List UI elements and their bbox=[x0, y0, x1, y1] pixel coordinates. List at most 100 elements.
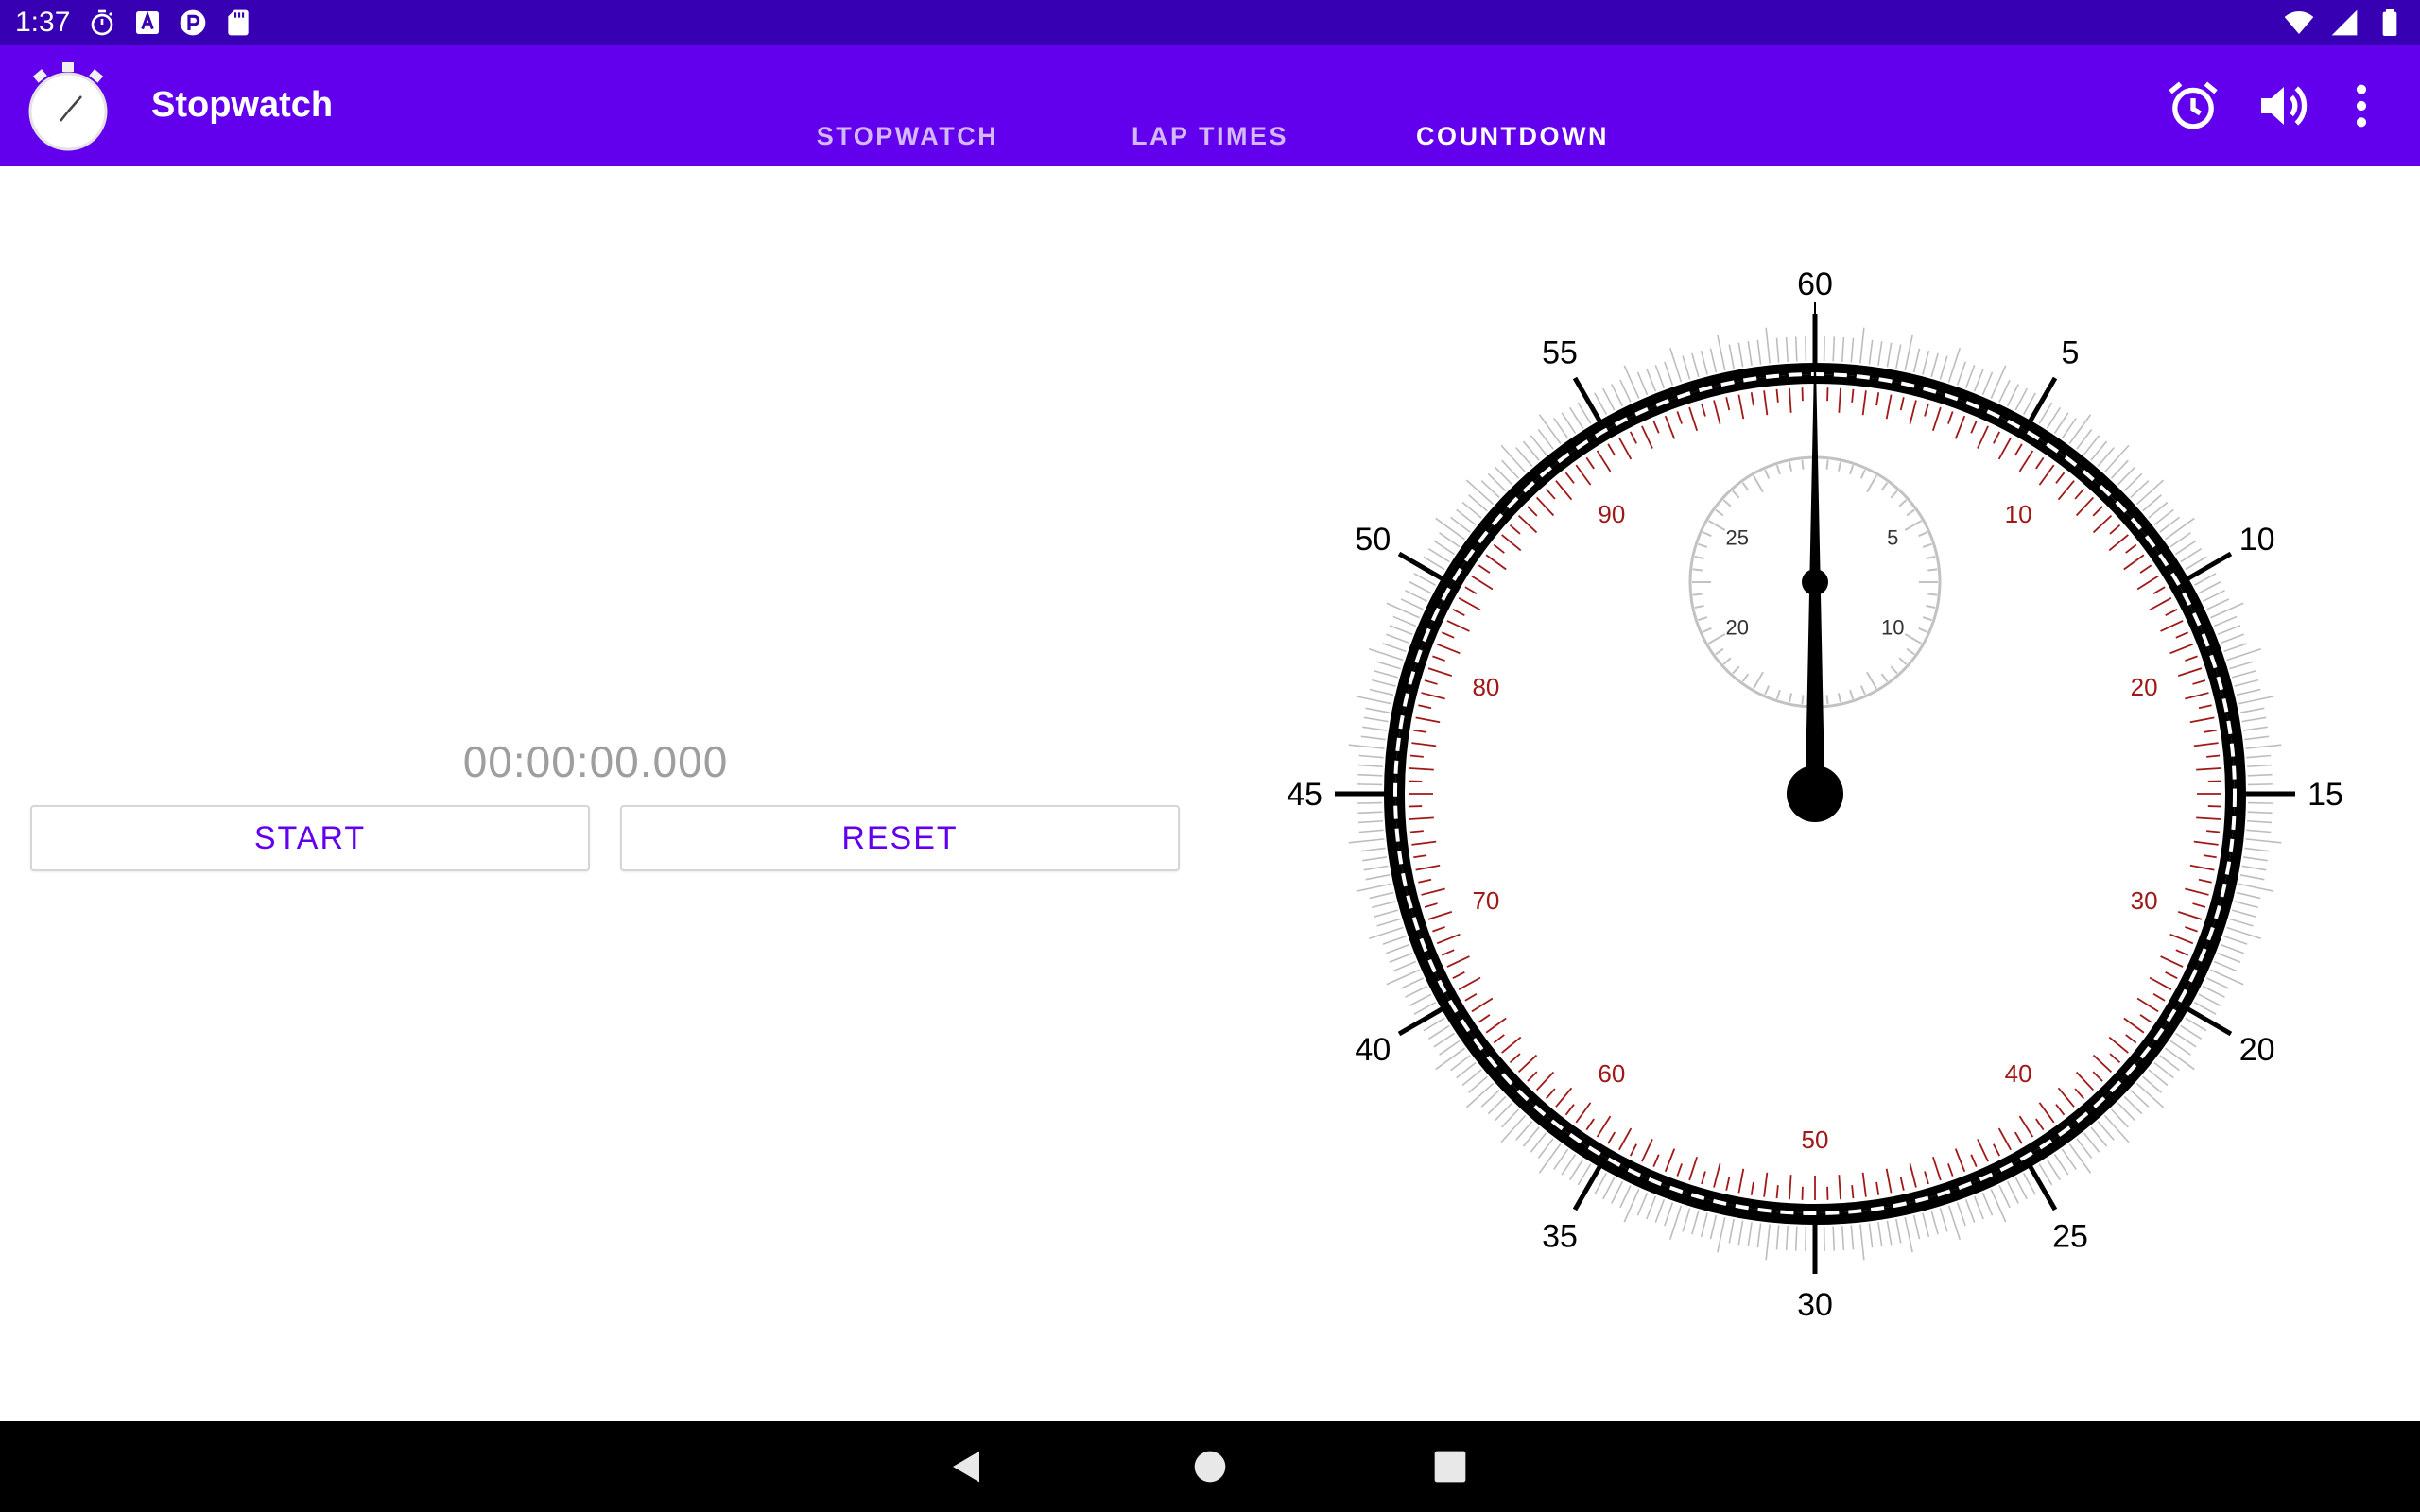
sub-tick bbox=[1927, 593, 1938, 596]
app-bar: Stopwatch STOPWATCH LAP TIMES COUNTDOWN bbox=[0, 45, 2420, 166]
minor-tick bbox=[1538, 1143, 1562, 1174]
red-tick bbox=[1838, 1175, 1841, 1200]
sub-tick bbox=[1825, 695, 1829, 705]
red-tick bbox=[1725, 1177, 1731, 1191]
red-tick bbox=[1411, 742, 1437, 747]
minor-tick bbox=[2247, 819, 2273, 824]
tab-stopwatch[interactable]: STOPWATCH bbox=[756, 119, 1059, 166]
red-tick bbox=[1527, 506, 1538, 517]
outer-label: 5 bbox=[2062, 335, 2080, 370]
red-tick bbox=[2074, 1088, 2085, 1100]
red-tick bbox=[1607, 1131, 1616, 1144]
red-tick bbox=[1909, 400, 1917, 424]
red-tick bbox=[1997, 437, 2012, 460]
red-tick bbox=[1517, 1054, 1538, 1074]
red-tick bbox=[1618, 437, 1633, 460]
back-icon[interactable] bbox=[940, 1440, 993, 1493]
red-tick bbox=[1424, 902, 1438, 908]
minor-tick bbox=[2226, 647, 2261, 662]
minor-tick bbox=[1775, 1225, 1780, 1250]
red-tick bbox=[1421, 887, 1445, 896]
minor-tick bbox=[1372, 679, 1396, 687]
sub-tick bbox=[1722, 657, 1732, 665]
minor-tick bbox=[2246, 754, 2272, 759]
red-tick bbox=[1427, 910, 1453, 920]
minor-tick bbox=[1392, 615, 1417, 627]
sub-tick bbox=[1698, 542, 1708, 548]
minor-tick bbox=[2242, 856, 2268, 862]
red-tick bbox=[2035, 1118, 2045, 1131]
red-tick bbox=[2125, 543, 2137, 554]
home-icon[interactable] bbox=[1184, 1440, 1236, 1493]
red-tick bbox=[1993, 431, 2001, 444]
red-tick bbox=[1509, 524, 1521, 535]
minor-tick bbox=[2231, 670, 2256, 679]
sub-tick bbox=[1866, 474, 1877, 493]
minor-tick bbox=[1468, 494, 1488, 512]
sub-tick bbox=[1837, 461, 1842, 472]
minor-tick bbox=[2076, 1138, 2093, 1160]
tab-lap-times[interactable]: LAP TIMES bbox=[1059, 119, 1361, 166]
stopwatch-logo-icon bbox=[28, 62, 108, 151]
reset-button[interactable]: RESET bbox=[620, 805, 1180, 871]
minor-tick bbox=[1794, 1226, 1798, 1251]
minor-tick bbox=[2153, 508, 2174, 526]
sub-tick bbox=[1904, 633, 1923, 644]
minor-tick bbox=[1912, 1214, 1921, 1240]
minor-tick bbox=[2241, 716, 2267, 723]
red-tick bbox=[1970, 421, 1978, 434]
minor-tick bbox=[1737, 342, 1744, 368]
minor-tick bbox=[1611, 1180, 1624, 1204]
red-tick bbox=[1485, 554, 1507, 571]
red-tick bbox=[1713, 1163, 1721, 1188]
red-tick bbox=[2125, 1034, 2137, 1044]
sub-tick bbox=[1753, 671, 1764, 690]
minor-tick bbox=[1374, 670, 1399, 679]
red-tick bbox=[1493, 543, 1505, 554]
minor-tick bbox=[2083, 1132, 2100, 1153]
red-label: 60 bbox=[1598, 1059, 1625, 1088]
red-tick bbox=[1413, 729, 1427, 733]
minor-tick bbox=[1868, 339, 1874, 365]
red-tick bbox=[1664, 415, 1676, 439]
minor-tick bbox=[2198, 993, 2221, 1006]
red-label: 80 bbox=[1472, 673, 1499, 701]
minor-tick bbox=[1369, 891, 1394, 900]
red-label: 40 bbox=[2005, 1059, 2032, 1088]
minor-tick bbox=[1427, 547, 1450, 563]
minor-tick bbox=[1389, 952, 1413, 963]
minor-tick bbox=[1794, 336, 1798, 362]
red-tick bbox=[1676, 1163, 1683, 1177]
minor-tick bbox=[2198, 581, 2221, 594]
sub-tick bbox=[1715, 647, 1724, 656]
minor-tick bbox=[2239, 707, 2265, 713]
red-tick bbox=[2185, 887, 2209, 896]
minor-tick bbox=[1756, 339, 1762, 365]
minor-tick bbox=[1981, 371, 1994, 396]
red-tick bbox=[2038, 464, 2055, 486]
status-time: 1:37 bbox=[15, 7, 71, 38]
recents-icon[interactable] bbox=[1424, 1440, 1477, 1493]
alarm-icon[interactable] bbox=[2163, 76, 2223, 136]
sub-tick bbox=[1741, 673, 1750, 682]
red-tick bbox=[1501, 1036, 1522, 1054]
sub-tick bbox=[1918, 627, 1928, 633]
minor-tick bbox=[1636, 371, 1649, 396]
minor-tick bbox=[1646, 368, 1657, 392]
red-label: 20 bbox=[2131, 673, 2158, 701]
red-tick bbox=[1676, 411, 1683, 424]
sub-tick bbox=[1788, 693, 1793, 703]
more-vert-icon[interactable] bbox=[2331, 76, 2392, 136]
minor-tick bbox=[1522, 440, 1540, 461]
minor-tick bbox=[1357, 773, 1383, 777]
minor-tick bbox=[1530, 435, 1547, 455]
start-button[interactable]: START bbox=[30, 805, 590, 871]
minor-tick bbox=[1461, 501, 1482, 519]
minor-tick bbox=[2169, 1040, 2191, 1056]
red-tick bbox=[2203, 854, 2217, 859]
sub-tick bbox=[1715, 508, 1724, 517]
red-tick bbox=[1471, 575, 1494, 591]
minor-tick bbox=[2206, 598, 2230, 610]
volume-icon[interactable] bbox=[2254, 76, 2314, 136]
tab-countdown[interactable]: COUNTDOWN bbox=[1361, 119, 1664, 166]
